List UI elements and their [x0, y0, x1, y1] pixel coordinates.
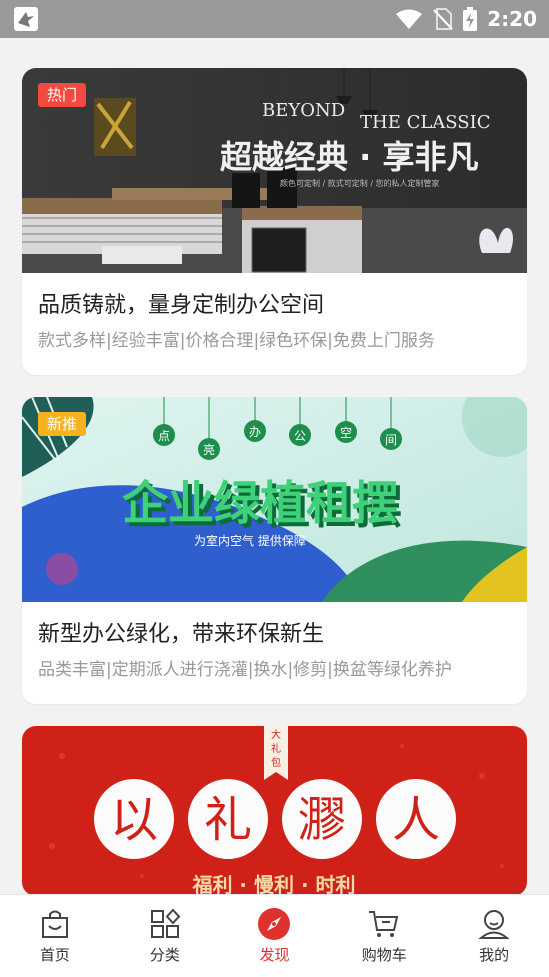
- ribbon-char: 包: [271, 756, 281, 769]
- bead-char: 点: [158, 429, 170, 443]
- card-banner-image[interactable]: BEYOND THE CLASSIC 超越经典 · 享非凡 颜色可定制 / 款式…: [22, 68, 527, 273]
- ribbon-char: 大: [271, 728, 281, 741]
- banner-en-line1: BEYOND: [262, 100, 345, 121]
- cart-icon: [369, 911, 399, 937]
- banner-cn-title: 企业绿植租摆: [122, 476, 398, 530]
- article-card-office-furniture[interactable]: BEYOND THE CLASSIC 超越经典 · 享非凡 颜色可定制 / 款式…: [22, 68, 527, 375]
- nav-profile[interactable]: 我的: [439, 895, 549, 977]
- nav-label: 发现: [259, 946, 290, 964]
- category-grid-icon: [150, 908, 181, 938]
- bead-char: 空: [340, 426, 352, 440]
- bead-char: 办: [249, 424, 261, 439]
- card-title[interactable]: 品质铸就，量身定制办公空间: [38, 291, 511, 321]
- banner-small-text: 颜色可定制 / 款式可定制 / 您的私人定制管家: [280, 178, 440, 188]
- battery-charging-icon: [463, 7, 478, 31]
- gift-char: 礼: [204, 792, 252, 848]
- no-sim-icon: [433, 8, 453, 30]
- ribbon-char: 礼: [271, 742, 281, 755]
- new-tag: 新推: [38, 412, 87, 436]
- banner-cn-title: 超越经典 · 享非凡: [220, 138, 478, 176]
- nav-category[interactable]: 分类: [110, 895, 220, 977]
- nav-label: 购物车: [361, 946, 407, 964]
- status-time: 2:20: [487, 7, 537, 31]
- compass-icon: [258, 908, 291, 940]
- gift-char: 以: [110, 792, 158, 848]
- app-notification-icon: [14, 7, 38, 31]
- user-icon: [478, 910, 510, 939]
- banner-small-text: 为室内空气 提供保障: [194, 533, 306, 548]
- nav-label: 我的: [479, 946, 510, 964]
- article-card-office-plants[interactable]: 点 亮 办 公 空 间 企业绿植租摆 企业绿植租摆 为室内空气 提供保障 新推 …: [22, 397, 527, 704]
- banner-en-line2: THE CLASSIC: [360, 112, 491, 133]
- status-bar: 2:20: [0, 0, 549, 38]
- hot-tag: 热门: [38, 83, 87, 107]
- nav-discover[interactable]: 发现: [220, 895, 330, 977]
- shopping-bag-icon: [41, 910, 68, 938]
- nav-label: 首页: [39, 946, 70, 964]
- bead-char: 间: [385, 433, 397, 447]
- nav-home[interactable]: 首页: [0, 895, 110, 977]
- card-subtitle: 款式多样|经验丰富|价格合理|绿色环保|免费上门服务: [38, 331, 435, 351]
- card-banner-image[interactable]: 大 礼 包 以 礼 㶀 人 福利 · 慢利 · 时利: [22, 726, 527, 896]
- card-subtitle: 品类丰富|定期派人进行浇灌|换水|修剪|换盆等绿化养护: [38, 660, 452, 680]
- wifi-icon: [396, 9, 423, 29]
- gift-char: 人: [392, 792, 440, 848]
- nav-label: 分类: [149, 946, 180, 964]
- discover-feed[interactable]: BEYOND THE CLASSIC 超越经典 · 享非凡 颜色可定制 / 款式…: [22, 68, 527, 918]
- bead-char: 公: [294, 429, 306, 443]
- card-title[interactable]: 新型办公绿化，带来环保新生: [38, 620, 511, 650]
- bottom-navigation: 首页 分类 发现 购物车 我的: [0, 894, 549, 977]
- nav-cart[interactable]: 购物车: [329, 895, 439, 977]
- gift-char: 㶀: [298, 792, 346, 848]
- bead-char: 亮: [203, 442, 215, 457]
- banner-bottom-text: 福利 · 慢利 · 时利: [191, 873, 355, 896]
- article-card-gift-pack[interactable]: 大 礼 包 以 礼 㶀 人 福利 · 慢利 · 时利: [22, 726, 527, 896]
- card-banner-image[interactable]: 点 亮 办 公 空 间 企业绿植租摆 企业绿植租摆 为室内空气 提供保障 新推: [22, 397, 527, 602]
